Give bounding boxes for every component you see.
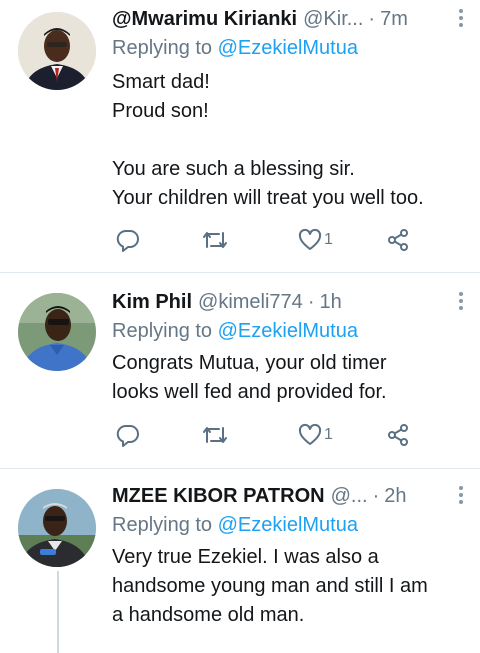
like-count: 1	[324, 231, 333, 248]
display-name[interactable]: @Mwarimu Kirianki	[112, 8, 297, 31]
tweet-text: Smart dad! Proud son! You are such a ble…	[112, 68, 466, 213]
tweet[interactable]: MZEE KIBOR PATRON @... · 2h Replying to …	[0, 469, 480, 653]
tweet[interactable]: Kim Phil @kimeli774 · 1h Replying to @Ez…	[0, 273, 480, 469]
avatar-image	[18, 12, 96, 90]
tweet-line	[112, 126, 466, 155]
share-button[interactable]	[386, 423, 410, 447]
more-vertical-icon[interactable]	[456, 6, 466, 32]
display-name[interactable]: Kim Phil	[112, 291, 192, 314]
replying-to-label: Replying to	[112, 320, 213, 342]
tweet-line: Very true Ezekiel. I was also a	[112, 546, 379, 568]
mention-link[interactable]: @EzekielMutua	[218, 37, 358, 59]
replying-to-label: Replying to	[112, 37, 213, 59]
display-name[interactable]: MZEE KIBOR PATRON	[112, 485, 325, 508]
like-button[interactable]: 1	[298, 228, 333, 252]
tweet-line: Proud son!	[112, 100, 209, 122]
replying-to: Replying to @EzekielMutua	[112, 34, 466, 62]
heart-icon	[298, 423, 322, 445]
tweet-text: Very true Ezekiel. I was also a handsome…	[112, 543, 466, 630]
thread-line	[57, 571, 59, 653]
replying-to-label: Replying to	[112, 514, 213, 536]
reply-icon	[116, 424, 139, 447]
tweet[interactable]: @Mwarimu Kirianki @Kir... · 7m Replying …	[0, 0, 480, 273]
tweet-text: Congrats Mutua, your old timer looks wel…	[112, 349, 466, 407]
tweet-header: MZEE KIBOR PATRON @... · 2h	[112, 481, 466, 511]
tweet-header: Kim Phil @kimeli774 · 1h	[112, 287, 466, 317]
reply-button[interactable]	[116, 228, 140, 252]
mention-link[interactable]: @EzekielMutua	[218, 514, 358, 536]
tweet-header: @Mwarimu Kirianki @Kir... · 7m	[112, 4, 466, 34]
tweet-line: a handsome old man.	[112, 604, 305, 626]
share-button[interactable]	[386, 228, 410, 252]
tweet-line: Smart dad!	[112, 71, 210, 93]
user-handle[interactable]: @Kir...	[303, 8, 363, 31]
tweet-line: You are such a blessing sir.	[112, 158, 355, 180]
like-count: 1	[324, 426, 333, 443]
timestamp[interactable]: 7m	[380, 8, 408, 31]
user-handle[interactable]: @kimeli774	[198, 291, 303, 314]
replying-to: Replying to @EzekielMutua	[112, 317, 466, 345]
tweet-actions: 1	[112, 423, 412, 453]
retweet-button[interactable]	[202, 423, 228, 447]
replying-to: Replying to @EzekielMutua	[112, 511, 466, 539]
user-handle[interactable]: @...	[331, 485, 368, 508]
tweet-line: Congrats Mutua, your old timer	[112, 352, 387, 374]
reply-icon	[116, 229, 139, 252]
tweet-line: Your children will treat you well too.	[112, 187, 424, 209]
separator: ·	[307, 290, 315, 313]
mention-link[interactable]: @EzekielMutua	[218, 320, 358, 342]
separator: ·	[368, 7, 376, 30]
avatar[interactable]	[18, 489, 96, 567]
timestamp[interactable]: 1h	[319, 291, 341, 314]
share-icon	[388, 229, 408, 251]
avatar[interactable]	[18, 293, 96, 371]
avatar-image	[18, 293, 96, 371]
retweet-icon	[203, 427, 227, 443]
retweet-icon	[203, 232, 227, 248]
tweet-line: handsome young man and still I am	[112, 575, 428, 597]
more-vertical-icon[interactable]	[456, 289, 466, 315]
separator: ·	[372, 484, 380, 507]
tweet-actions: 1	[112, 228, 412, 258]
share-icon	[388, 424, 408, 446]
reply-button[interactable]	[116, 423, 140, 447]
heart-icon	[298, 228, 322, 250]
timestamp[interactable]: 2h	[384, 485, 406, 508]
more-vertical-icon[interactable]	[456, 483, 466, 509]
retweet-button[interactable]	[202, 228, 228, 252]
tweet-line: looks well fed and provided for.	[112, 381, 387, 403]
avatar[interactable]	[18, 12, 96, 90]
avatar-image	[18, 489, 96, 567]
like-button[interactable]: 1	[298, 423, 333, 447]
